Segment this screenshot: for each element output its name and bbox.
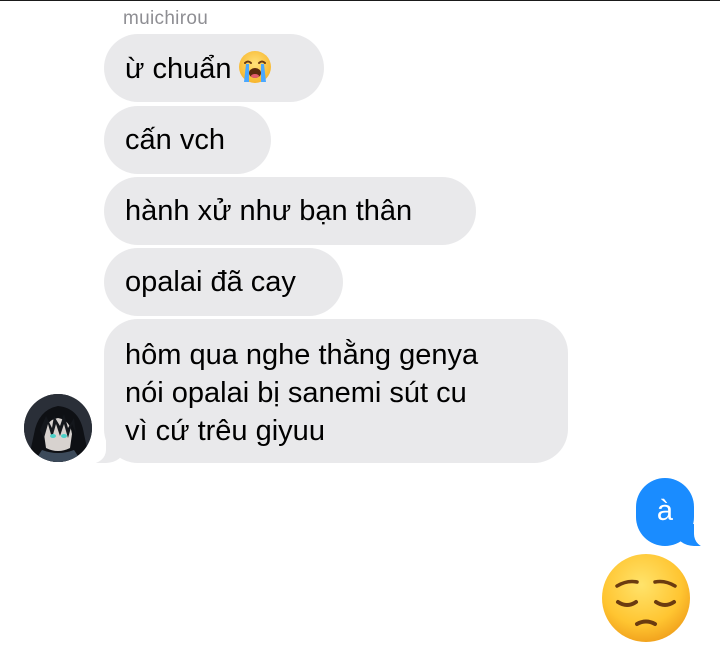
sender-name: muichirou	[123, 8, 209, 29]
message-text: opalai đã cay	[125, 266, 296, 298]
message-text: cấn vch	[125, 124, 225, 156]
message-line: nói opalai bị sanemi sút cu	[125, 377, 467, 409]
pensive-face-icon[interactable]	[600, 552, 692, 644]
incoming-message-1[interactable]: ừ chuẩn	[104, 34, 324, 102]
avatar-portrait-icon	[24, 394, 92, 462]
outgoing-bubble-tail-mask	[694, 516, 716, 548]
loudly-crying-face-icon	[239, 51, 272, 83]
message-line: vì cứ trêu giyuu	[125, 415, 325, 447]
message-text: ừ chuẩn	[125, 53, 232, 85]
incoming-message-3[interactable]: hành xử như bạn thân	[104, 177, 476, 245]
message-text: hành xử như bạn thân	[125, 195, 413, 227]
message-line: hôm qua nghe thằng genya	[125, 339, 479, 371]
incoming-message-4[interactable]: opalai đã cay	[104, 248, 343, 316]
incoming-message-5[interactable]: hôm qua nghe thằng genya nói opalai bị s…	[104, 319, 568, 463]
contact-avatar[interactable]	[24, 394, 92, 462]
outgoing-message-1[interactable]: à	[636, 478, 694, 546]
incoming-message-2[interactable]: cấn vch	[104, 106, 271, 174]
message-text: à	[656, 495, 674, 527]
top-divider	[0, 0, 720, 1]
